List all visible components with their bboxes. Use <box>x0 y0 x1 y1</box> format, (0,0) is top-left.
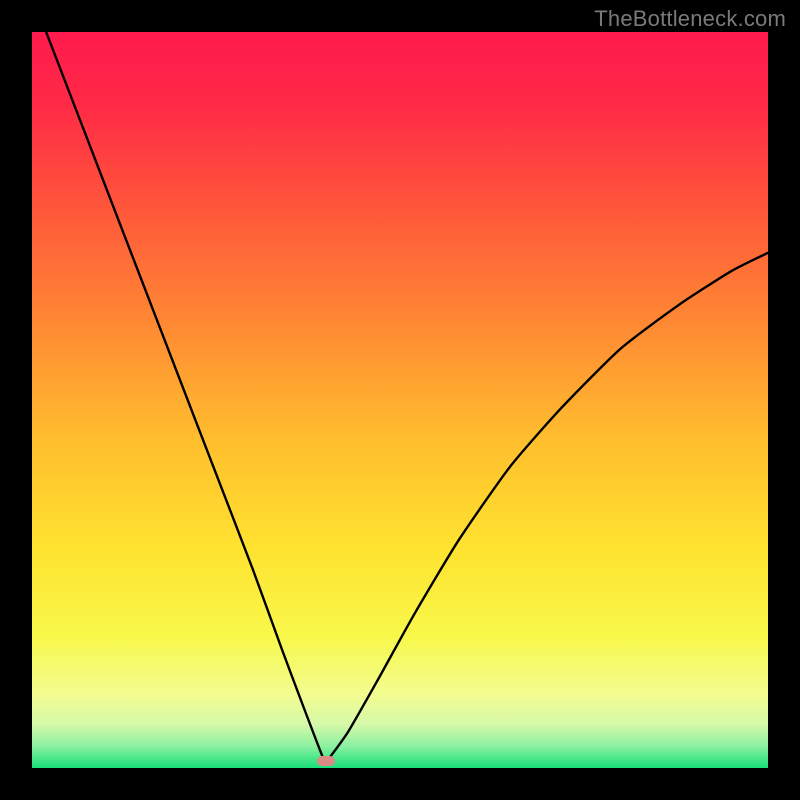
watermark-text: TheBottleneck.com <box>594 6 786 32</box>
chart-frame: TheBottleneck.com <box>0 0 800 800</box>
plot-area <box>32 32 768 768</box>
optimal-marker <box>317 756 335 766</box>
background-gradient <box>32 32 768 768</box>
